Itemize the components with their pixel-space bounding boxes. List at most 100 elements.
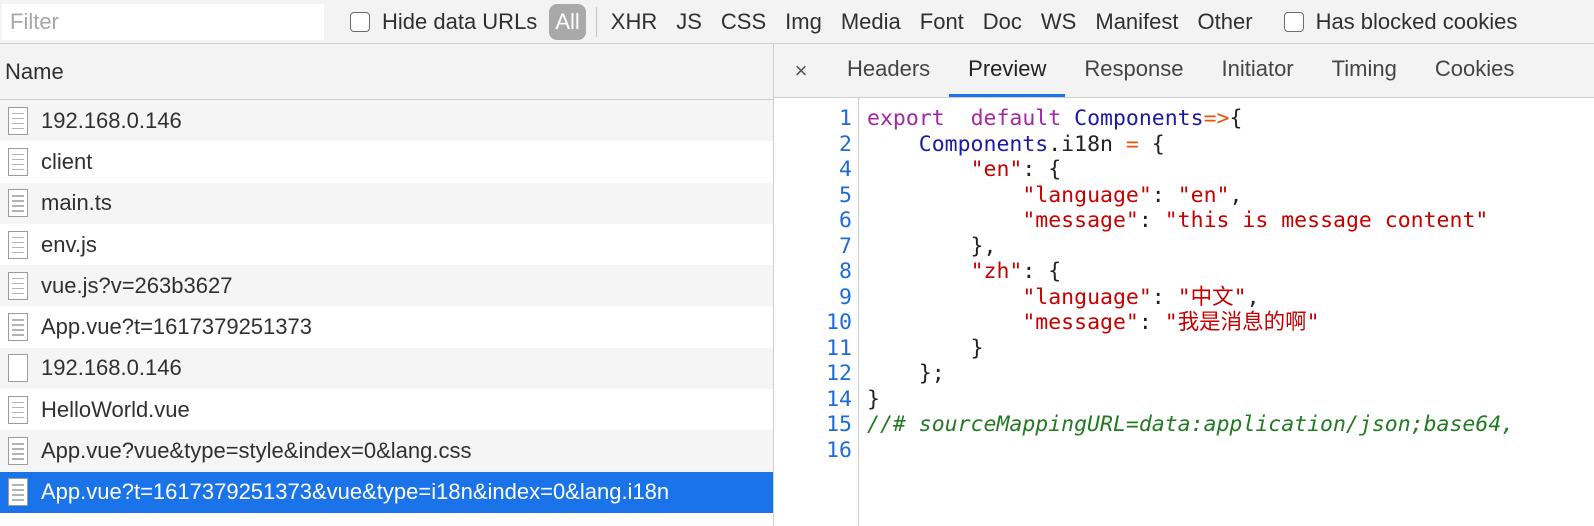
code-token: :	[1151, 284, 1178, 310]
code-text: }	[867, 387, 880, 413]
icon-line	[12, 319, 24, 321]
line-number: 12	[826, 361, 852, 386]
request-name: 192.168.0.146	[41, 355, 182, 381]
request-row[interactable]: 192.168.0.146	[0, 347, 773, 390]
code-text: Components.i18n = {	[867, 132, 1165, 158]
line-number: 8	[839, 259, 852, 284]
request-row[interactable]: env.js	[0, 223, 773, 266]
name-column-header[interactable]: Name	[0, 44, 773, 100]
has-blocked-cookies-checkbox[interactable]	[1283, 11, 1304, 32]
code-token: =	[1125, 131, 1139, 157]
request-row[interactable]: App.vue?t=1617379251373	[0, 306, 773, 348]
code-token: }	[867, 386, 880, 412]
close-icon[interactable]: ×	[774, 44, 828, 97]
line-number: 5	[839, 182, 852, 208]
code-token: "language"	[1022, 284, 1152, 310]
icon-line	[12, 127, 24, 130]
tab-preview[interactable]: Preview	[949, 44, 1066, 97]
tab-initiator[interactable]: Initiator	[1202, 44, 1312, 97]
code-token: Components	[918, 131, 1049, 157]
icon-line	[12, 277, 24, 280]
line-number: 11	[826, 335, 852, 361]
type-filter-font[interactable]: Font	[920, 9, 964, 35]
icon-line	[12, 251, 24, 254]
code-text: };	[867, 361, 945, 387]
code-token: },	[867, 233, 997, 259]
request-rows: 192.168.0.146 client main.ts env.js vue.js?v…	[0, 100, 773, 513]
hide-data-urls-checkbox[interactable]	[350, 11, 370, 32]
document-icon	[8, 271, 28, 300]
line-number: 9	[839, 284, 852, 310]
icon-line	[12, 458, 24, 460]
request-row[interactable]: vue.js?v=263b3627	[0, 265, 773, 307]
request-name: App.vue?t=1617379251373	[41, 314, 312, 340]
hide-data-urls-label[interactable]: Hide data URLs	[382, 9, 537, 35]
code-token: Components	[1074, 106, 1204, 131]
code-text: "language": "中文",	[867, 284, 1259, 311]
type-filter-img[interactable]: Img	[785, 9, 822, 35]
code-token: "this is message content"	[1164, 208, 1489, 233]
type-filter-xhr[interactable]: XHR	[611, 9, 657, 35]
request-row[interactable]: main.ts	[0, 182, 773, 224]
request-row[interactable]: HelloWorld.vue	[0, 389, 773, 431]
tab-response[interactable]: Response	[1065, 44, 1202, 97]
request-row[interactable]: App.vue?vue&type=style&index=0&lang.css	[0, 430, 773, 472]
code-token: ,	[1229, 182, 1243, 208]
request-name: main.ts	[41, 190, 112, 216]
code-token: :	[1138, 310, 1165, 335]
icon-line	[12, 416, 24, 419]
request-list-panel: Name 192.168.0.146 client main.ts env.js vue…	[0, 44, 774, 526]
code-text: "language": "en",	[867, 183, 1242, 209]
icon-line	[12, 246, 24, 249]
request-row[interactable]: 192.168.0.146	[0, 100, 773, 142]
request-row[interactable]: client	[0, 141, 773, 183]
type-filter-css[interactable]: CSS	[721, 9, 766, 35]
type-filter-js[interactable]: JS	[676, 9, 702, 35]
icon-line	[12, 499, 24, 501]
icon-line	[12, 406, 24, 409]
line-number: 1	[839, 106, 852, 131]
type-filter-media[interactable]: Media	[841, 9, 901, 35]
tab-headers[interactable]: Headers	[828, 44, 949, 97]
line-number: 16	[826, 437, 852, 463]
type-filter-ws[interactable]: WS	[1041, 9, 1076, 35]
code-token: "message"	[1022, 208, 1139, 233]
request-row-selected[interactable]: App.vue?t=1617379251373&vue&type=i18n&in…	[0, 471, 773, 513]
icon-line	[12, 158, 24, 161]
tab-timing[interactable]: Timing	[1313, 44, 1416, 97]
code-token: }	[867, 335, 984, 361]
tab-cookies[interactable]: Cookies	[1416, 44, 1533, 97]
icon-line	[12, 489, 24, 491]
document-icon	[8, 437, 28, 466]
code-token: {	[1229, 106, 1243, 131]
code-token: =>	[1203, 106, 1230, 131]
type-filter-all[interactable]: All	[549, 3, 586, 40]
code-text: "en": {	[867, 157, 1062, 183]
code-token: "en"	[1177, 182, 1230, 208]
code-text: "message": "this is message content"	[867, 208, 1488, 234]
icon-line	[12, 153, 24, 156]
code-token: :	[1138, 208, 1165, 233]
code-token: : {	[1022, 157, 1062, 182]
type-filter-manifest[interactable]: Manifest	[1095, 9, 1178, 35]
code-token: "en"	[970, 157, 1023, 182]
icon-line	[12, 411, 24, 414]
code-text: }	[867, 336, 984, 362]
type-filter-doc[interactable]: Doc	[983, 9, 1022, 35]
icon-line	[12, 168, 24, 171]
line-number: 10	[826, 310, 852, 335]
line-number: 14	[826, 386, 852, 412]
filter-input[interactable]	[2, 3, 324, 40]
has-blocked-cookies-label[interactable]: Has blocked cookies	[1316, 9, 1518, 35]
icon-line	[12, 122, 24, 125]
icon-line	[12, 282, 24, 285]
line-number: 2	[839, 131, 852, 157]
icon-line	[12, 334, 24, 336]
type-filter-other[interactable]: Other	[1198, 9, 1253, 35]
icon-line	[12, 236, 24, 239]
